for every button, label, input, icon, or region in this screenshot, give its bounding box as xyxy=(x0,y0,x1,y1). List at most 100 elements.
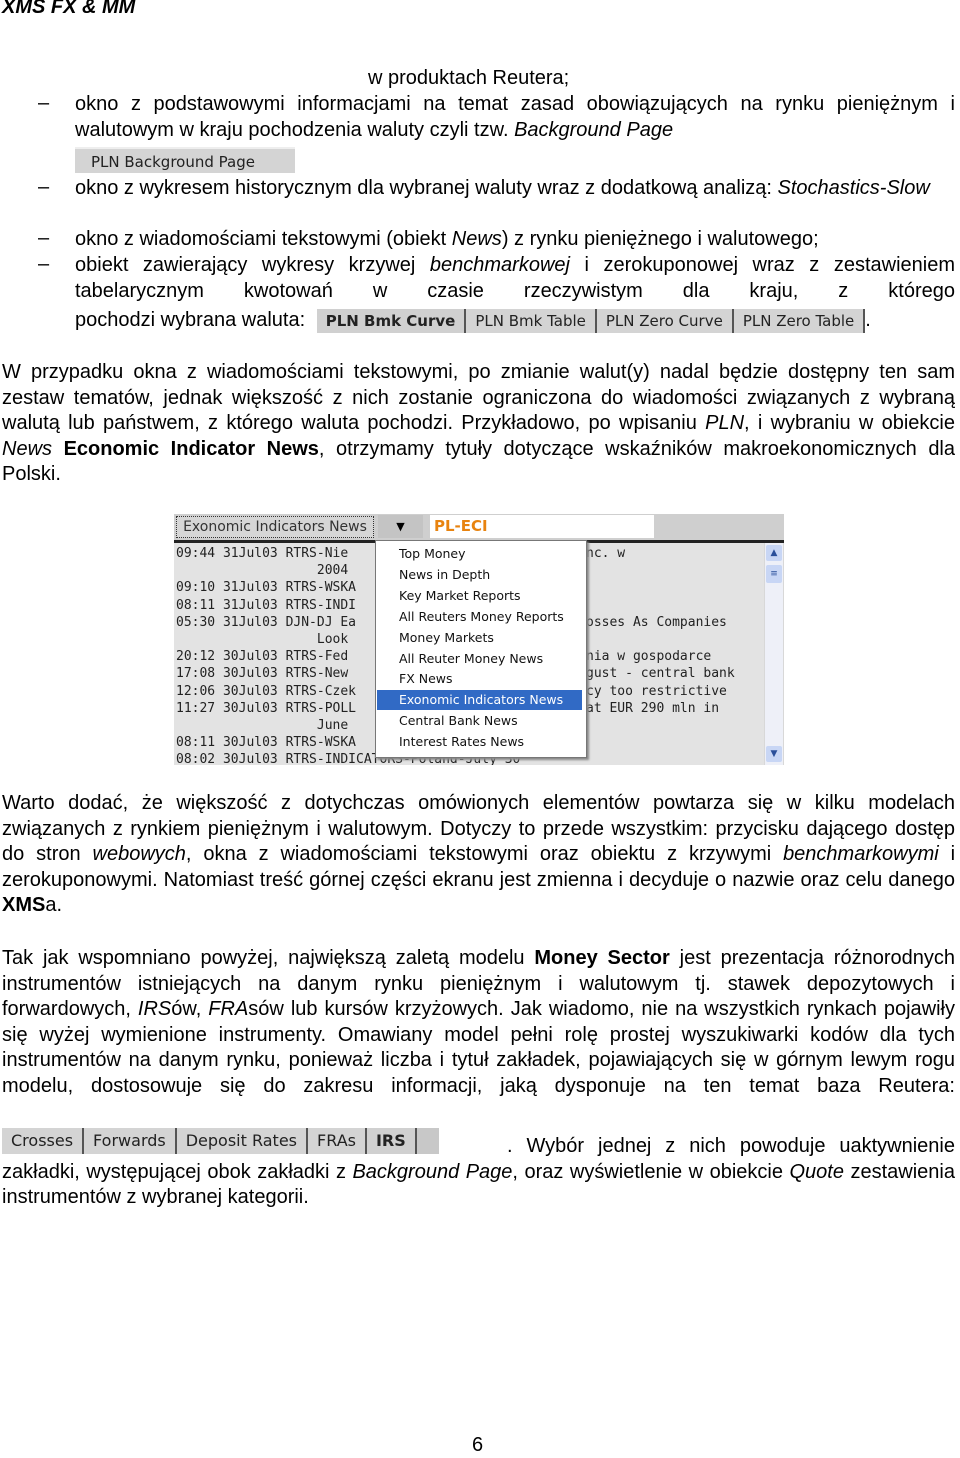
news-row[interactable]: 2004 xyxy=(176,562,374,579)
text-run: obiekt zawierający wykresy krzywej xyxy=(75,254,430,276)
bullet-4-tail: pochodzi wybrana waluta: PLN Bmk Curve P… xyxy=(75,305,871,335)
news-row[interactable]: 12:06 30Jul03 RTRS-Czek cy too restrictiv… xyxy=(176,683,727,700)
bullet-dash: – xyxy=(38,227,50,249)
menu-item[interactable]: News in Depth xyxy=(377,565,582,585)
menu-item[interactable]: Interest Rates News xyxy=(377,732,582,752)
text-run xyxy=(52,438,64,460)
news-row[interactable]: 08:11 30Jul03 RTRS-WSKA xyxy=(176,734,374,751)
news-row-left: 11:27 30Jul03 RTRS-POLL xyxy=(176,700,357,716)
news-row-right: at EUR 290 mln in xyxy=(586,700,720,716)
bullet-1: okno z podstawowymi informacjami na tema… xyxy=(75,92,955,143)
paragraph-1: W przypadku okna z wiadomościami tekstow… xyxy=(2,360,955,488)
italic-text: IRS xyxy=(137,998,172,1021)
news-row-right: cy too restrictive xyxy=(586,683,727,699)
italic-text: Background Page xyxy=(352,1160,513,1183)
news-row[interactable]: June xyxy=(176,717,374,734)
scroll-down-icon[interactable]: ▼ xyxy=(766,746,782,762)
news-row-left: 08:11 31Jul03 RTRS-INDI xyxy=(176,597,357,613)
text-run: , okna z wiadomościami tekstowymi oraz o… xyxy=(185,843,784,866)
text-run: , i wybraniu w obiekcie xyxy=(744,412,955,435)
news-row[interactable]: 08:11 31Jul03 RTRS-INDI xyxy=(176,597,374,614)
italic-text: benchmarkowej xyxy=(429,254,570,276)
news-window-screenshot: Exonomic Indicators News ▼ PL-ECI 09:44 … xyxy=(174,514,784,765)
news-row-left: 09:44 31Jul03 RTRS-Nie xyxy=(176,546,357,561)
chevron-down-icon[interactable]: ▼ xyxy=(378,515,423,538)
news-category-button[interactable]: Exonomic Indicators News xyxy=(176,516,374,538)
menu-item[interactable]: Key Market Reports xyxy=(377,586,582,606)
scroll-up-icon[interactable]: ▲ xyxy=(766,545,782,561)
news-toolbar: Exonomic Indicators News ▼ PL-ECI xyxy=(174,514,784,543)
bullet-3: okno z wiadomościami tekstowymi (obiekt … xyxy=(75,227,955,253)
text-run: a. xyxy=(45,894,63,917)
news-row[interactable]: 09:44 31Jul03 RTRS-Nie nc. w xyxy=(176,545,625,562)
tab-pln-bmk-curve[interactable]: PLN Bmk Curve xyxy=(316,308,467,333)
text-run: ów, xyxy=(171,998,209,1021)
news-row[interactable]: 05:30 31Jul03 DJN-DJ Ea osses As Companie… xyxy=(176,614,727,631)
news-row[interactable]: 17:08 30Jul03 RTRS-New gust - central ba… xyxy=(176,665,735,682)
text-run: ) z rynku pieniężnego i walutowego; xyxy=(501,228,819,250)
menu-item[interactable]: All Reuters Money Reports xyxy=(377,607,582,627)
text-run: okno z wykresem historycznym dla wybrane… xyxy=(75,177,778,199)
italic-text: FRA xyxy=(208,998,249,1021)
menu-item[interactable]: Top Money xyxy=(377,544,582,564)
news-row[interactable]: 11:27 30Jul03 RTRS-POLL at EUR 290 mln in xyxy=(176,700,719,717)
news-row-right: osses As Companies xyxy=(586,614,727,630)
italic-text: News xyxy=(2,437,53,460)
running-header: XMS FX & MM xyxy=(2,0,136,18)
news-row-left: 09:10 31Jul03 RTRS-WSKA xyxy=(176,580,357,596)
tab-pln-zero-curve[interactable]: PLN Zero Curve xyxy=(596,308,734,333)
italic-text: Quote xyxy=(789,1160,844,1183)
text-run: okno z wiadomościami tekstowymi (obiekt xyxy=(75,228,452,250)
paragraph-3: Tak jak wspomniano powyżej, największą z… xyxy=(2,946,955,1100)
news-row[interactable]: 20:12 30Jul03 RTRS-Fed nia w gospodarce xyxy=(176,648,711,665)
bold-text: XMS xyxy=(2,894,46,917)
italic-text: Background Page xyxy=(514,118,674,141)
news-row-left: Look xyxy=(176,632,349,647)
scroll-thumb[interactable]: ≡ xyxy=(766,565,782,583)
news-row-right: nc. w xyxy=(586,546,626,561)
bold-text: Money Sector xyxy=(534,947,670,969)
italic-text: benchmarkowymi xyxy=(783,843,939,866)
bold-text: Economic Indicator News xyxy=(63,437,319,460)
paragraph-4: . Wybór jednej z nich powoduje uaktywnie… xyxy=(2,1134,955,1211)
italic-text: webowych xyxy=(92,843,186,866)
text-run: , oraz wyświetlenie w obiekcie xyxy=(512,1160,790,1183)
news-row[interactable]: Look xyxy=(176,631,374,648)
italic-text: Stochastics-Slow xyxy=(777,177,930,199)
menu-item[interactable]: FX News xyxy=(377,669,582,689)
ric-input[interactable]: PL-ECI xyxy=(430,515,654,538)
bullet-2: okno z wykresem historycznym dla wybrane… xyxy=(75,176,955,202)
news-row-right: nia w gospodarce xyxy=(586,649,712,665)
curve-tabs: PLN Bmk Curve PLN Bmk Table PLN Zero Cur… xyxy=(316,308,866,333)
news-row-left: 20:12 30Jul03 RTRS-Fed xyxy=(176,649,357,665)
bullet-dash: – xyxy=(38,176,50,198)
bullet-dash: – xyxy=(38,253,50,275)
menu-item[interactable]: Exonomic Indicators News xyxy=(377,690,582,711)
menu-item[interactable]: Money Markets xyxy=(377,628,582,648)
document-page: XMS FX & MM w produktach Reutera; – okno… xyxy=(0,0,960,1458)
text-run: Tak jak wspomniano powyżej, największą z… xyxy=(2,947,535,969)
menu-item[interactable]: All Reuter Money News xyxy=(377,649,582,669)
news-row-left: 12:06 30Jul03 RTRS-Czek xyxy=(176,683,357,699)
bullet-4: obiekt zawierający wykresy krzywej bench… xyxy=(75,253,955,304)
news-category-dropdown: Top Money News in Depth Key Market Reports… xyxy=(375,540,587,758)
page-number: 6 xyxy=(472,1434,484,1456)
menu-item[interactable]: Central Bank News xyxy=(377,711,582,731)
tab-pln-zero-table[interactable]: PLN Zero Table xyxy=(733,308,866,333)
bullet-4-tail-text: pochodzi wybrana waluta: xyxy=(75,309,306,331)
period: . xyxy=(865,309,871,331)
italic-text: News xyxy=(451,228,502,250)
news-row-left: 05:30 31Jul03 DJN-DJ Ea xyxy=(176,614,357,630)
italic-text: PLN xyxy=(705,412,745,435)
bullet-dash: – xyxy=(38,92,50,114)
news-row-left: 08:11 30Jul03 RTRS-WSKA xyxy=(176,735,357,751)
news-row-left: June xyxy=(176,718,349,733)
scrollbar[interactable]: ▲ ≡ ▼ xyxy=(765,543,783,765)
intro-line: w produktach Reutera; xyxy=(368,67,570,89)
tab-pln-bmk-table[interactable]: PLN Bmk Table xyxy=(466,308,597,333)
news-row-left: 2004 xyxy=(176,563,349,579)
background-page-button[interactable]: PLN Background Page xyxy=(75,147,295,173)
news-row[interactable]: 09:10 31Jul03 RTRS-WSKA xyxy=(176,579,374,596)
news-row-right: gust - central bank xyxy=(586,666,735,682)
paragraph-2: Warto dodać, że większość z dotychczas o… xyxy=(2,791,955,919)
